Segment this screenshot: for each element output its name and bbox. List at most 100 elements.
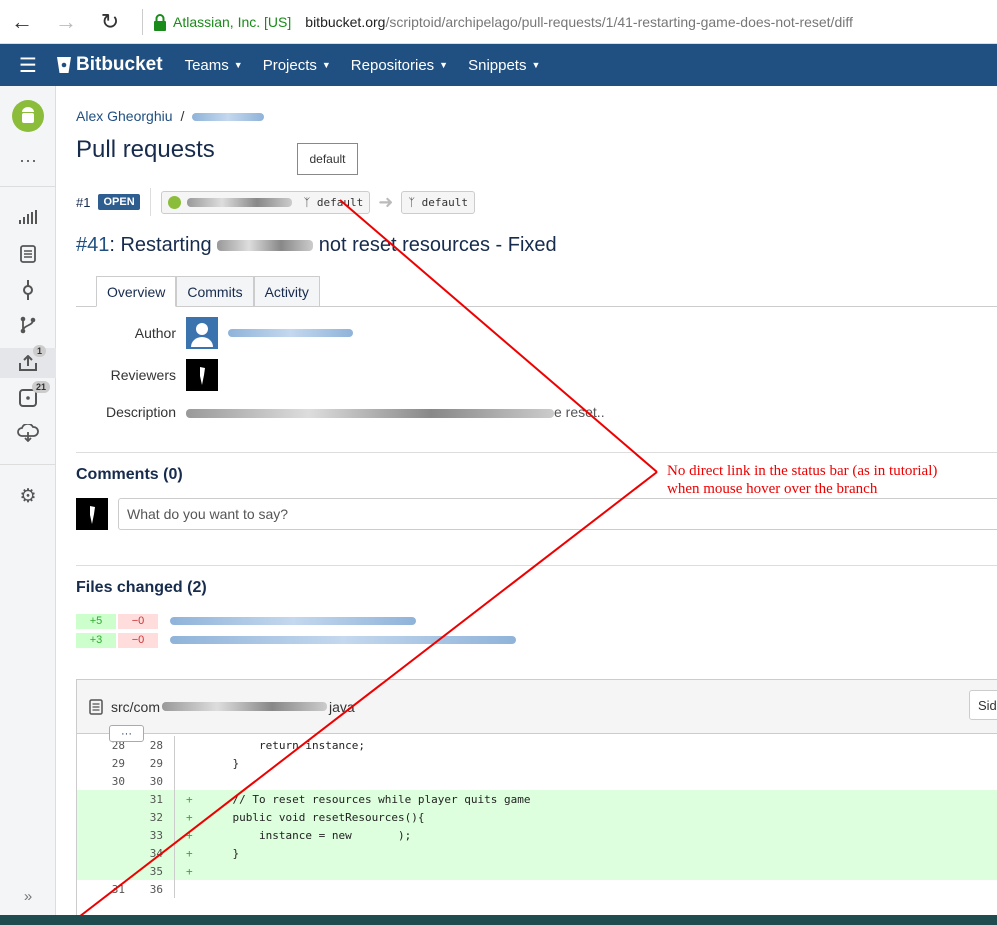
tab-commits[interactable]: Commits xyxy=(176,276,254,307)
commit-icon xyxy=(23,280,33,300)
diff-gutter xyxy=(174,880,186,898)
diff-gutter xyxy=(174,826,186,844)
repo-avatar-icon xyxy=(167,195,181,209)
annotation-note: No direct link in the status bar (as in … xyxy=(667,462,937,498)
repo-avatar[interactable] xyxy=(0,100,56,132)
bitbucket-logo[interactable]: Bitbucket xyxy=(56,54,163,76)
new-line-number: 30 xyxy=(149,774,163,788)
author-avatar[interactable] xyxy=(186,317,218,349)
overview-icon[interactable] xyxy=(0,202,56,232)
menu-snippets-label: Snippets xyxy=(468,56,527,74)
tab-activity[interactable]: Activity xyxy=(253,276,320,307)
menu-repositories-label: Repositories xyxy=(350,56,435,74)
back-icon[interactable]: ← xyxy=(0,0,44,44)
page-title: Pull requests xyxy=(76,136,215,163)
diff-gutter xyxy=(174,808,186,826)
gear-icon[interactable]: ⚙ xyxy=(0,481,56,511)
diff-mark: + xyxy=(186,792,193,806)
expand-context-button[interactable]: ··· xyxy=(109,725,144,742)
diff-line-added: 32 + public void resetResources(){ xyxy=(77,808,997,826)
source-icon[interactable] xyxy=(0,239,56,269)
expand-sidebar-icon[interactable]: » xyxy=(0,881,56,911)
breadcrumb-repo-redacted[interactable] xyxy=(192,113,265,122)
menu-teams[interactable]: Teams ▼ xyxy=(185,57,243,74)
downloads-icon[interactable] xyxy=(0,418,56,448)
source-branch[interactable]: ᛉ default xyxy=(160,190,371,214)
file-row[interactable]: +3 −0 xyxy=(76,632,516,648)
author-name-redacted[interactable] xyxy=(228,329,353,337)
os-taskbar xyxy=(0,915,997,925)
diff-mark: + xyxy=(186,810,193,824)
new-line-number: 34 xyxy=(149,846,163,860)
pr-meta: #1 OPEN ᛉ default ➜ ᛉ default xyxy=(76,188,475,216)
pr-title-redacted xyxy=(217,240,314,252)
diff-code: 28 28 return instance; 29 29 } 30 30 31 + //… xyxy=(77,734,997,898)
additions-badge: +5 xyxy=(76,613,116,629)
branch-tooltip: default xyxy=(297,143,358,175)
diff-gutter xyxy=(174,844,186,862)
browser-toolbar: ← → ↻ Atlassian, Inc. [US] bitbucket.org… xyxy=(0,0,997,44)
commits-icon[interactable] xyxy=(0,275,56,305)
chevron-down-icon: ▼ xyxy=(531,60,541,70)
lock-icon xyxy=(154,13,166,31)
branch-icon xyxy=(20,316,36,334)
source-repo-redacted xyxy=(186,197,292,207)
tab-overview[interactable]: Overview xyxy=(96,276,177,307)
author-label: Author xyxy=(134,325,176,341)
pr-number: #1 xyxy=(76,194,91,210)
new-line-number: 29 xyxy=(149,756,163,770)
diff-mark: + xyxy=(186,846,193,860)
menu-snippets[interactable]: Snippets ▼ xyxy=(468,57,540,74)
comment-input[interactable]: What do you want to say? xyxy=(118,498,997,530)
bar-chart-icon xyxy=(19,210,37,224)
pr-title-part1: : Restarting xyxy=(109,234,212,256)
file-row[interactable]: +5 −0 xyxy=(76,613,416,629)
menu-icon[interactable]: ☰ xyxy=(0,53,56,78)
chevron-down-icon: ▼ xyxy=(439,60,449,70)
new-line-number: 32 xyxy=(149,810,163,824)
diff-line-added: 31 + // To reset resources while player q… xyxy=(77,790,997,808)
pull-request-icon xyxy=(19,355,37,371)
forward-icon[interactable]: → xyxy=(44,0,88,44)
breadcrumb: Alex Gheorghiu / xyxy=(76,108,265,124)
file-link-redacted[interactable] xyxy=(170,617,416,625)
description-text: e reset.. xyxy=(186,404,605,420)
chevron-down-icon: ▼ xyxy=(233,60,243,70)
current-user-avatar xyxy=(76,498,108,530)
code-text: } xyxy=(206,846,240,860)
diff-gutter xyxy=(174,862,186,880)
cloud-download-icon xyxy=(17,424,39,442)
code-text: } xyxy=(206,756,240,770)
arrow-right-icon: ➜ xyxy=(378,191,394,212)
menu-projects[interactable]: Projects ▼ xyxy=(263,57,331,74)
new-line-number: 36 xyxy=(149,882,163,896)
side-by-side-button[interactable]: Sid xyxy=(969,690,997,720)
description-tail: e reset.. xyxy=(554,404,605,420)
section-divider xyxy=(76,565,997,566)
diff-line-added: 35 + xyxy=(77,862,997,880)
diff-gutter xyxy=(174,790,186,808)
destination-branch[interactable]: ᛉ default xyxy=(401,190,475,214)
annotation-line-2: when mouse hover over the branch xyxy=(667,481,878,497)
reviewer-avatar[interactable] xyxy=(186,359,218,391)
diff-line-added: 33 + instance = new ); xyxy=(77,826,997,844)
pr-title-number[interactable]: #41 xyxy=(76,234,109,256)
breadcrumb-owner[interactable]: Alex Gheorghiu xyxy=(76,108,173,124)
issues-count-badge: 21 xyxy=(32,381,51,393)
address-bar[interactable]: bitbucket.org/scriptoid/archipelago/pull… xyxy=(305,14,853,30)
branch-icon: ᛉ xyxy=(303,195,311,209)
url-path: /scriptoid/archipelago/pull-requests/1/4… xyxy=(385,13,853,30)
code-text: return instance; xyxy=(206,738,365,752)
menu-repositories[interactable]: Repositories ▼ xyxy=(351,57,448,74)
diff-line: 30 30 xyxy=(77,772,997,790)
source-branch-name: default xyxy=(316,195,364,209)
diff-path-redacted xyxy=(162,702,327,711)
branches-icon[interactable] xyxy=(0,310,56,340)
pull-requests-icon[interactable] xyxy=(0,348,56,378)
file-link-redacted[interactable] xyxy=(170,636,516,644)
more-icon[interactable]: ··· xyxy=(0,145,56,175)
meta-divider xyxy=(149,188,151,216)
document-icon xyxy=(20,245,36,263)
certificate-label[interactable]: Atlassian, Inc. [US] xyxy=(173,14,291,30)
refresh-icon[interactable]: ↻ xyxy=(88,0,132,44)
